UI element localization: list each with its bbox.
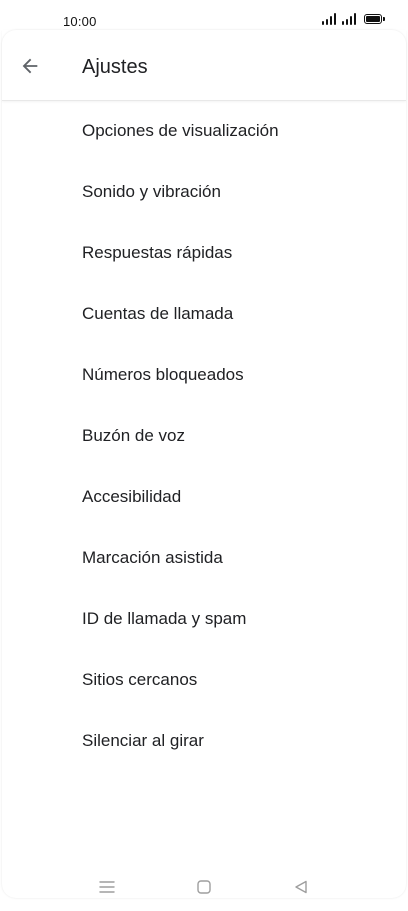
settings-item-label: Cuentas de llamada bbox=[82, 303, 234, 323]
menu-button[interactable] bbox=[97, 878, 117, 896]
home-button[interactable] bbox=[194, 878, 214, 896]
settings-screen: Ajustes Opciones de visualización Sonido… bbox=[2, 30, 406, 898]
signal-icon bbox=[342, 13, 356, 25]
settings-item-voicemail[interactable]: Buzón de voz bbox=[2, 405, 406, 466]
status-icons bbox=[322, 13, 385, 25]
settings-item-label: Sitios cercanos bbox=[82, 669, 198, 689]
signal-icon bbox=[322, 13, 336, 25]
settings-item-label: Opciones de visualización bbox=[82, 120, 279, 140]
navigation-bar bbox=[0, 866, 408, 906]
home-icon bbox=[197, 880, 211, 894]
back-triangle-icon bbox=[295, 880, 307, 894]
settings-item-caller-id-spam[interactable]: ID de llamada y spam bbox=[2, 588, 406, 649]
settings-item-calling-accounts[interactable]: Cuentas de llamada bbox=[2, 283, 406, 344]
settings-item-assisted-dialing[interactable]: Marcación asistida bbox=[2, 527, 406, 588]
settings-item-accessibility[interactable]: Accesibilidad bbox=[2, 466, 406, 527]
settings-item-sound-vibration[interactable]: Sonido y vibración bbox=[2, 161, 406, 222]
settings-item-label: ID de llamada y spam bbox=[82, 608, 247, 628]
nav-back-button[interactable] bbox=[291, 878, 311, 896]
arrow-left-icon bbox=[22, 58, 38, 74]
status-time: 10:00 bbox=[63, 14, 97, 29]
settings-item-quick-responses[interactable]: Respuestas rápidas bbox=[2, 222, 406, 283]
settings-item-label: Respuestas rápidas bbox=[82, 242, 233, 262]
settings-item-blocked-numbers[interactable]: Números bloqueados bbox=[2, 344, 406, 405]
settings-item-label: Números bloqueados bbox=[82, 364, 244, 384]
menu-icon bbox=[99, 881, 115, 893]
settings-item-label: Accesibilidad bbox=[82, 486, 182, 506]
page-title: Ajustes bbox=[82, 56, 148, 78]
settings-item-nearby-places[interactable]: Sitios cercanos bbox=[2, 649, 406, 710]
settings-list: Opciones de visualización Sonido y vibra… bbox=[2, 100, 406, 771]
settings-item-label: Marcación asistida bbox=[82, 547, 223, 567]
settings-item-label: Buzón de voz bbox=[82, 425, 186, 445]
settings-item-label: Silenciar al girar bbox=[82, 730, 204, 750]
settings-item-flip-to-silence[interactable]: Silenciar al girar bbox=[2, 710, 406, 771]
battery-icon bbox=[364, 14, 385, 24]
back-button[interactable] bbox=[16, 52, 44, 80]
app-bar: Ajustes bbox=[2, 30, 406, 101]
settings-item-display-options[interactable]: Opciones de visualización bbox=[2, 100, 406, 161]
settings-item-label: Sonido y vibración bbox=[82, 181, 221, 201]
